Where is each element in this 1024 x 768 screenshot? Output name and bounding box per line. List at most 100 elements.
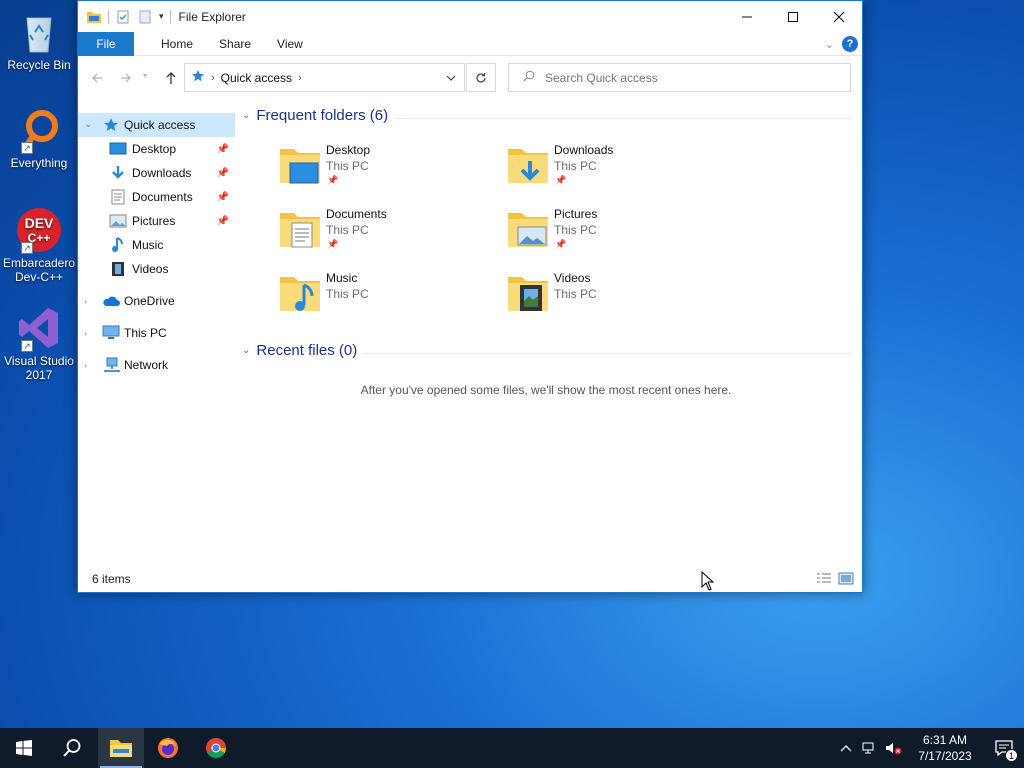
- action-center-button[interactable]: 1: [984, 728, 1024, 768]
- frequent-folders-header[interactable]: ⌄ Frequent folders (6): [242, 107, 388, 124]
- group-title: Frequent folders (6): [256, 107, 389, 124]
- close-button[interactable]: [816, 1, 862, 32]
- sidebar-item-label: Music: [132, 238, 164, 252]
- folder-name: Downloads: [554, 143, 614, 157]
- tab-home[interactable]: Home: [148, 32, 206, 56]
- pin-icon[interactable]: 📌: [217, 144, 229, 155]
- taskbar-firefox[interactable]: [144, 728, 192, 768]
- content-pane: ⌄ Frequent folders (6) Desktop This PC 📌…: [238, 101, 854, 561]
- volume-muted-icon[interactable]: [882, 728, 906, 768]
- desktop-icon-label: Everything: [10, 156, 68, 170]
- mouse-cursor-icon: [701, 570, 715, 591]
- pin-icon: 📌: [555, 239, 567, 249]
- desktop-icon-visual-studio[interactable]: ↗ Visual Studio 2017: [0, 304, 78, 382]
- search-box[interactable]: Search Quick access: [508, 63, 851, 92]
- pin-icon[interactable]: 📌: [217, 216, 229, 227]
- toolbar-divider: [108, 9, 109, 24]
- sidebar-item-network[interactable]: › Network: [78, 353, 235, 377]
- quick-access-toolbar: ▾: [78, 9, 171, 25]
- folder-tile-pictures[interactable]: Pictures This PC 📌: [506, 205, 716, 261]
- sidebar-item-this-pc[interactable]: › This PC: [78, 321, 235, 345]
- chrome-icon: [206, 738, 227, 759]
- ribbon-tabs: File Home Share View ⌄ ?: [78, 31, 862, 56]
- svg-text:DEV: DEV: [25, 215, 54, 231]
- videos-folder-icon: [506, 271, 550, 315]
- tab-share[interactable]: Share: [206, 32, 264, 56]
- sidebar-item-documents[interactable]: Documents 📌: [78, 185, 235, 209]
- window-controls: [724, 1, 862, 32]
- maximize-button[interactable]: [770, 1, 816, 32]
- visual-studio-icon: ↗: [15, 304, 63, 352]
- file-explorer-window: ▾ File Explorer File Home Share View ⌄ ?: [77, 0, 863, 593]
- large-icons-view-icon[interactable]: [838, 572, 854, 586]
- new-folder-icon[interactable]: [137, 9, 153, 25]
- taskbar-chrome[interactable]: [192, 728, 240, 768]
- chevron-down-icon[interactable]: ⌄: [84, 119, 92, 130]
- desktop-icon-everything[interactable]: ↗ Everything: [0, 106, 78, 170]
- recent-locations-icon[interactable]: ▾: [143, 71, 147, 80]
- sidebar-item-music[interactable]: Music: [78, 233, 235, 257]
- title-bar[interactable]: ▾ File Explorer: [78, 1, 862, 32]
- details-view-icon[interactable]: [816, 572, 832, 586]
- recent-files-header[interactable]: ⌄ Recent files (0): [242, 342, 357, 359]
- downloads-folder-icon: [506, 143, 550, 187]
- explorer-folder-icon[interactable]: [86, 9, 102, 25]
- network-status-icon[interactable]: [858, 728, 882, 768]
- sidebar-item-label: Downloads: [132, 166, 192, 180]
- sidebar-item-quick-access[interactable]: ⌄ Quick access: [78, 113, 235, 137]
- ribbon-right-controls: ⌄ ?: [825, 36, 858, 52]
- chevron-right-icon[interactable]: ›: [84, 296, 87, 306]
- clock[interactable]: 6:31 AM 7/17/2023: [906, 732, 984, 764]
- desktop-icon-recycle-bin[interactable]: Recycle Bin: [0, 8, 78, 72]
- quick-access-star-icon: [102, 117, 120, 133]
- chevron-right-icon[interactable]: ›: [84, 328, 87, 338]
- address-bar[interactable]: › Quick access ›: [184, 63, 465, 92]
- sidebar-item-videos[interactable]: Videos: [78, 257, 235, 281]
- everything-search-icon: ↗: [15, 106, 63, 154]
- sidebar-item-pictures[interactable]: Pictures 📌: [78, 209, 235, 233]
- help-icon[interactable]: ?: [842, 36, 858, 52]
- desktop-folder-icon: [278, 143, 322, 187]
- refresh-button[interactable]: [466, 63, 496, 92]
- start-button[interactable]: [0, 728, 48, 768]
- address-history-dropdown[interactable]: [438, 64, 464, 91]
- clock-date: 7/17/2023: [918, 749, 972, 763]
- folder-tile-videos[interactable]: Videos This PC: [506, 269, 716, 325]
- search-icon: [523, 70, 535, 85]
- documents-folder-icon: [278, 207, 322, 251]
- chevron-right-icon[interactable]: ›: [84, 360, 87, 370]
- folder-tile-documents[interactable]: Documents This PC 📌: [278, 205, 488, 261]
- breadcrumb-quick-access[interactable]: Quick access: [221, 71, 292, 85]
- pin-icon[interactable]: 📌: [217, 168, 229, 179]
- sidebar-item-desktop[interactable]: Desktop 📌: [78, 137, 235, 161]
- file-explorer-icon: [110, 740, 132, 757]
- folder-tile-downloads[interactable]: Downloads This PC 📌: [506, 141, 716, 197]
- show-hidden-icons-button[interactable]: [834, 728, 858, 768]
- folder-tile-desktop[interactable]: Desktop This PC 📌: [278, 141, 488, 197]
- back-button[interactable]: [86, 67, 108, 89]
- search-input[interactable]: Search Quick access: [545, 71, 658, 85]
- collapse-caret-icon[interactable]: ⌄: [242, 345, 250, 356]
- forward-button[interactable]: [115, 67, 137, 89]
- pin-icon[interactable]: 📌: [217, 192, 229, 203]
- expand-ribbon-icon[interactable]: ⌄: [825, 38, 834, 51]
- breadcrumb-separator-icon[interactable]: ›: [211, 72, 215, 84]
- folder-tile-music[interactable]: Music This PC: [278, 269, 488, 325]
- breadcrumb-separator-icon[interactable]: ›: [298, 72, 302, 84]
- search-button[interactable]: [48, 728, 96, 768]
- desktop-icon-devcpp[interactable]: DEV C++ ↗ Embarcadero Dev-C++: [0, 206, 78, 284]
- desktop-icon-label: Recycle Bin: [7, 58, 71, 72]
- sidebar-item-downloads[interactable]: Downloads 📌: [78, 161, 235, 185]
- taskbar-file-explorer[interactable]: [98, 728, 144, 768]
- sidebar-item-onedrive[interactable]: › OneDrive: [78, 289, 235, 313]
- up-button[interactable]: [160, 67, 182, 89]
- tab-file[interactable]: File: [78, 31, 134, 56]
- recent-files-empty-message: After you've opened some files, we'll sh…: [360, 383, 732, 397]
- notification-count-badge: 1: [1005, 749, 1018, 762]
- properties-icon[interactable]: [115, 9, 131, 25]
- tab-view[interactable]: View: [264, 32, 316, 56]
- customize-toolbar-icon[interactable]: ▾: [159, 11, 164, 22]
- collapse-caret-icon[interactable]: ⌄: [242, 110, 250, 121]
- document-icon: [109, 189, 127, 205]
- minimize-button[interactable]: [724, 1, 770, 32]
